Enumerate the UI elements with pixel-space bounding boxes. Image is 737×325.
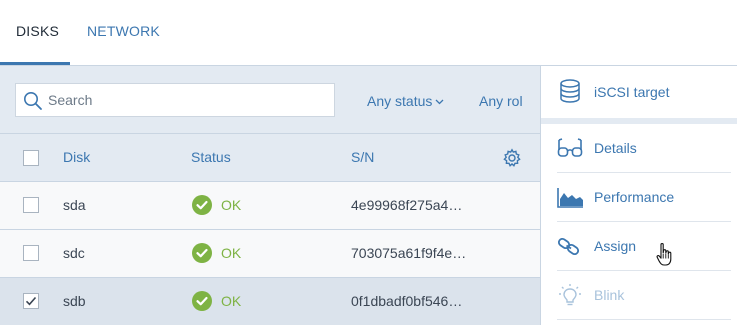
serial-number: 703075a61f9f4e… xyxy=(351,245,467,261)
serial-number: 0f1dbadf0bf546… xyxy=(351,293,463,309)
tab-bar: DISKS NETWORK xyxy=(0,0,737,65)
blink-button[interactable]: Blink xyxy=(557,271,731,320)
status-cell: OK xyxy=(192,195,241,215)
role-filter-dropdown[interactable]: Any rol xyxy=(479,93,523,109)
disk-name: sda xyxy=(63,197,86,213)
disk-name: sdc xyxy=(63,245,85,261)
details-label: Details xyxy=(594,140,637,156)
table-row-selected[interactable]: sdb OK 0f1dbadf0bf546… xyxy=(0,278,540,325)
blink-label: Blink xyxy=(594,287,625,303)
table-row[interactable]: sda OK 4e99968f275a4… xyxy=(0,182,540,230)
database-icon xyxy=(560,79,580,103)
search-box[interactable] xyxy=(15,83,335,117)
status-filter-label: Any status xyxy=(367,93,433,109)
glasses-icon xyxy=(557,138,583,157)
details-button[interactable]: Details xyxy=(557,124,731,173)
area-chart-icon xyxy=(557,188,583,208)
status-cell: OK xyxy=(192,243,241,263)
select-all-checkbox[interactable] xyxy=(23,150,39,166)
row-checkbox[interactable] xyxy=(23,245,39,261)
status-filter-dropdown[interactable]: Any status xyxy=(367,93,444,109)
chevron-down-icon xyxy=(435,99,444,105)
lightbulb-icon xyxy=(559,284,581,306)
status-cell: OK xyxy=(192,291,241,311)
check-circle-icon xyxy=(192,243,212,263)
performance-button[interactable]: Performance xyxy=(557,173,731,222)
status-text: OK xyxy=(221,293,242,309)
tab-network[interactable]: NETWORK xyxy=(87,23,160,39)
disk-list-panel: Any status Any rol Disk Status S/N sda O… xyxy=(0,65,540,325)
serial-number: 4e99968f275a4… xyxy=(351,197,463,213)
status-text: OK xyxy=(221,245,242,261)
checkmark-icon xyxy=(25,296,37,306)
link-icon xyxy=(557,237,580,256)
gear-icon[interactable] xyxy=(502,148,522,168)
row-checkbox-checked[interactable] xyxy=(23,293,39,309)
hand-cursor-icon xyxy=(656,242,672,266)
row-checkbox[interactable] xyxy=(23,197,39,213)
role-filter-label: Any rol xyxy=(479,93,523,109)
check-circle-icon xyxy=(192,195,212,215)
status-text: OK xyxy=(221,197,242,213)
search-input[interactable] xyxy=(48,84,328,116)
column-header-disk[interactable]: Disk xyxy=(63,149,90,165)
assign-button[interactable]: Assign xyxy=(557,222,731,271)
table-row[interactable]: sdc OK 703075a61f9f4e… xyxy=(0,230,540,278)
performance-label: Performance xyxy=(594,189,675,205)
column-header-sn[interactable]: S/N xyxy=(351,149,374,165)
table-header: Disk Status S/N xyxy=(0,133,540,182)
actions-panel: iSCSI target Details Performance Assign … xyxy=(540,65,737,325)
tab-disks[interactable]: DISKS xyxy=(16,23,59,39)
assign-label: Assign xyxy=(594,238,637,254)
disk-name: sdb xyxy=(63,293,86,309)
column-header-status[interactable]: Status xyxy=(191,149,231,165)
iscsi-target-button[interactable]: iSCSI target xyxy=(541,66,737,118)
iscsi-target-label: iSCSI target xyxy=(594,84,670,100)
search-icon xyxy=(24,92,42,110)
check-circle-icon xyxy=(192,291,212,311)
